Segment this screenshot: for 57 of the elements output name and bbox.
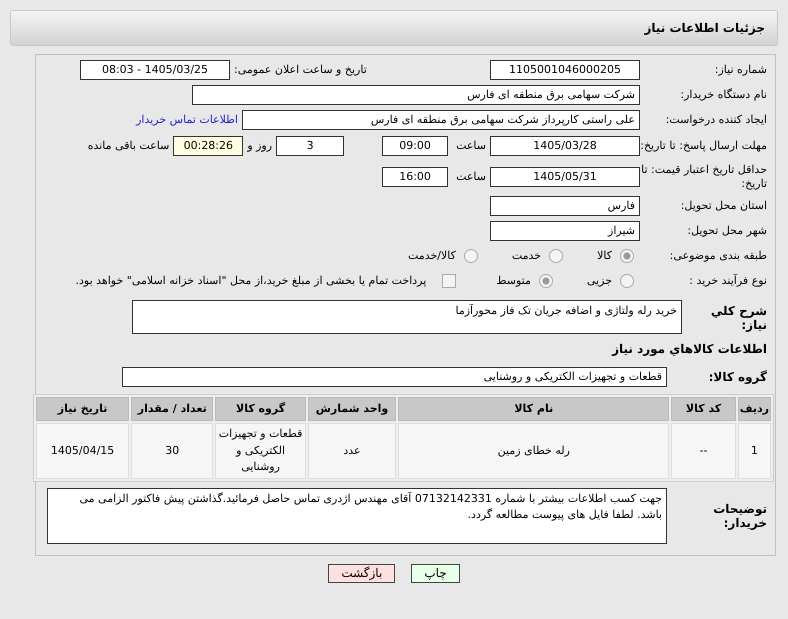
field-label: شماره نیاز: <box>714 63 767 77</box>
table-cell: رله خطای زمین <box>398 423 670 478</box>
section-heading: اطلاعات کالاهاي مورد نياز <box>612 341 767 358</box>
option-label: کالا <box>597 248 612 264</box>
print-button[interactable]: چاپ <box>411 564 460 582</box>
column-header: تعداد / مقدار <box>131 397 214 421</box>
field-label: تاریخ و ساعت اعلان عمومی: <box>234 62 368 78</box>
column-header: کد کالا <box>671 397 736 421</box>
table-cell: -- <box>671 423 736 478</box>
table-cell: 30 <box>131 423 214 478</box>
goods-group-field[interactable]: قطعات و تجهیزات الکتریکی و روشنایی <box>122 367 667 387</box>
field-label: ساعت <box>456 168 486 185</box>
column-header: گروه کالا <box>215 397 306 421</box>
field-label: شهر محل تحویل: <box>686 224 767 238</box>
table-cell: عدد <box>308 423 396 478</box>
province-field[interactable]: فارس <box>490 196 640 216</box>
table-cell: 1 <box>738 423 771 478</box>
column-header: واحد شمارش <box>308 397 396 421</box>
option-label: متوسط <box>496 272 531 289</box>
announce-date-field[interactable]: 1405/03/25 - 08:03 <box>80 60 230 80</box>
payment-note: پرداخت تمام یا بخشی از مبلغ خرید،از محل "اسناد خزانه اسلامی" خواهد بود. <box>76 272 426 289</box>
column-header: تاریخ نیاز <box>36 397 130 421</box>
option-label: کالا/خدمت <box>408 248 456 264</box>
field-label: نوع فرآیند خرید : <box>688 274 767 288</box>
column-header: ردیف <box>738 397 771 421</box>
days-field[interactable]: 3 <box>276 136 344 156</box>
date-field[interactable]: 1405/03/28 <box>490 136 640 156</box>
description-field[interactable]: خرید رله ولتاژی و اضافه جریان تک فاز محورآزما <box>132 300 682 334</box>
field-label: مهلت ارسال پاسخ: تا تاریخ: <box>640 139 767 153</box>
field-label: طبقه بندی موضوعی: <box>668 249 767 263</box>
page-title: جزئیات اطلاعات نیاز <box>644 20 765 37</box>
field-label: ساعت <box>456 138 486 154</box>
requester-field[interactable]: علی راستی کارپرداز شرکت سهامی برق منطقه ای فارس <box>242 110 640 130</box>
option-label: خدمت <box>512 248 542 264</box>
field-label: نام دستگاه خریدار: <box>679 88 767 102</box>
field-label: ساعت باقی مانده <box>88 138 170 154</box>
table-cell: 1405/04/15 <box>36 423 130 478</box>
field-label: ایجاد کننده درخواست: <box>664 113 767 127</box>
back-button[interactable]: بازگشت <box>328 564 396 582</box>
field-label: استان محل تحویل: <box>680 199 767 213</box>
time-field[interactable]: 16:00 <box>382 167 448 187</box>
field-label: گروه کالا: <box>708 370 767 384</box>
field-label: روز و <box>247 138 272 154</box>
need-number-field[interactable]: 1105001046000205 <box>490 60 640 80</box>
table-cell: قطعات و تجهیزات الکتریکی و روشنایی <box>215 423 306 478</box>
field-label: شرح کلي نياز: <box>710 304 767 332</box>
column-header: نام کالا <box>398 397 670 421</box>
date-field[interactable]: 1405/05/31 <box>490 167 640 187</box>
field-label: حداقل تاریخ اعتبار قیمت: تا تاریخ: <box>640 163 767 191</box>
option-label: جزیی <box>586 272 612 289</box>
buyer-org-field[interactable]: شرکت سهامی برق منطقه ای فارس <box>192 85 640 105</box>
field-label: توضیحات خریدار: <box>712 502 767 530</box>
time-field[interactable]: 09:00 <box>382 136 448 156</box>
remaining-time-field[interactable]: 00:28:26 <box>173 136 244 156</box>
contact-link[interactable]: اطلاعات تماس خریدار <box>136 112 238 128</box>
city-field[interactable]: شیراز <box>490 221 640 241</box>
buyer-notes-field[interactable]: جهت کسب اطلاعات بیشتر با شماره 07132142331 آقای مهندس اژدری تماس حاصل فرمائید.گذاشتن پیش فاکتور الزامی می باشد. لطفا فایل های پیوست مطالعه گردد. <box>47 488 667 544</box>
